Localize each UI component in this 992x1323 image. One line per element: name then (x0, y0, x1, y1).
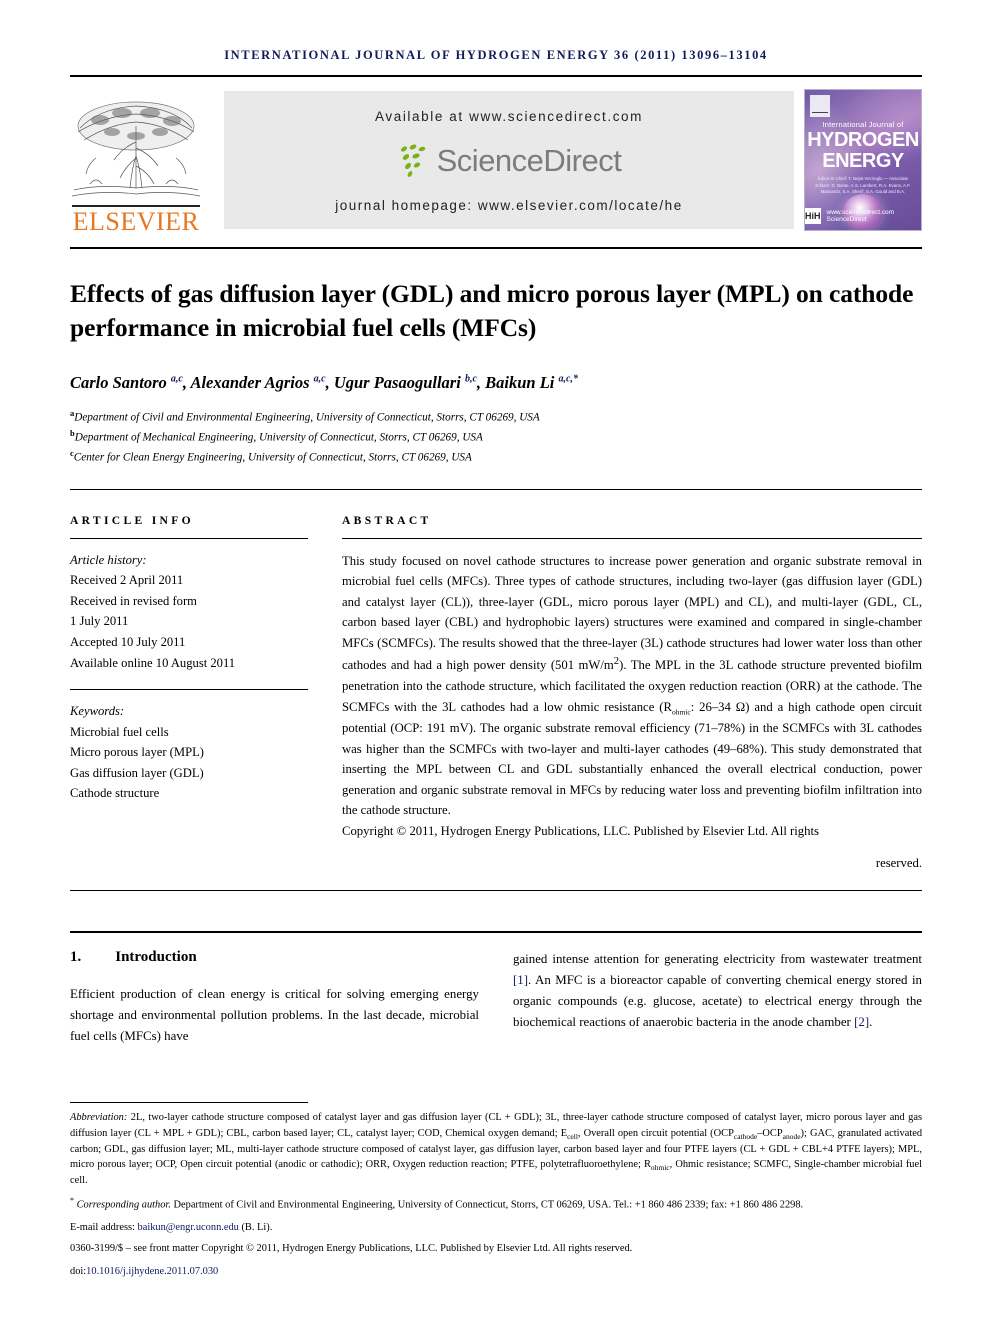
keyword-item: Gas diffusion layer (GDL) (70, 765, 204, 780)
article-history-label: Article history: (70, 552, 147, 567)
journal-homepage-text: journal homepage: www.elsevier.com/locat… (335, 198, 683, 213)
affiliation-item: aDepartment of Civil and Environmental E… (70, 407, 922, 427)
keyword-item: Micro porous layer (MPL) (70, 745, 204, 760)
corresponding-author-footnote: * Corresponding author. Department of Ci… (70, 1195, 922, 1213)
cover-sciencedirect-mark: www.sciencedirect.com ScienceDirect (827, 209, 921, 223)
affiliation-list: aDepartment of Civil and Environmental E… (70, 407, 922, 467)
affiliation-text: Department of Civil and Environmental En… (74, 412, 540, 425)
history-item: Received 2 April 2011 (70, 573, 184, 588)
issn-line: 0360-3199/$ – see front matter Copyright… (70, 1243, 633, 1255)
history-item: Accepted 10 July 2011 (70, 635, 186, 649)
abbreviation-text: 2L, two-layer cathode structure composed… (70, 1112, 923, 1187)
abstract-reserved: reserved. (875, 856, 922, 871)
body-top-divider (70, 930, 922, 933)
cover-elsevier-logo-icon (810, 95, 830, 117)
email-link[interactable]: baikun@engr.uconn.edu (138, 1222, 239, 1233)
sciencedirect-logo: ScienceDirect (397, 143, 622, 179)
doi-link[interactable]: 10.1016/j.ijhydene.2011.07.030 (86, 1266, 218, 1277)
author-list: Carlo Santoro a,c, Alexander Agrios a,c,… (70, 373, 578, 393)
intro-text-3: . (869, 1014, 873, 1029)
doi-line: doi:10.1016/j.ijhydene.2011.07.030 (70, 1264, 922, 1279)
article-history: Article history: Received 2 April 2011 R… (70, 550, 308, 673)
elsevier-wordmark: ELSEVIER (72, 206, 200, 236)
section-heading-introduction: 1. Introduction (70, 949, 479, 966)
footnote-area: Abbreviation: 2L, two-layer cathode stru… (70, 1102, 922, 1279)
header-divider (70, 75, 922, 77)
affiliation-item: bDepartment of Mechanical Engineering, U… (70, 427, 922, 447)
cover-footer: HiH www.sciencedirect.com ScienceDirect (805, 208, 921, 224)
cover-title-line2: ENERGY (822, 150, 904, 172)
keywords-label: Keywords: (70, 704, 125, 719)
page-title: Effects of gas diffusion layer (GDL) and… (70, 279, 914, 343)
citation-ref-1[interactable]: [1] (513, 973, 528, 987)
history-item: 1 July 2011 (70, 614, 129, 629)
history-item: Received in revised form (70, 593, 197, 608)
section-title: Introduction (115, 948, 197, 965)
paper-page: International Journal of Hydrogen Energy… (0, 0, 992, 1323)
affiliation-text: Department of Mechanical Engineering, Un… (74, 431, 483, 444)
abstract-copyright: Copyright © 2011, Hydrogen Energy Public… (342, 823, 819, 838)
doi-label: doi: (70, 1265, 87, 1277)
intro-paragraph-right: gained intense attention for generating … (513, 949, 922, 1033)
email-label: E-mail address: (70, 1222, 135, 1234)
keywords-rule (70, 689, 308, 691)
abstract-body: This study focused on novel cathode stru… (342, 553, 922, 818)
abstract-rule (342, 537, 922, 539)
affiliation-divider (70, 488, 922, 490)
sciencedirect-leaf-icon (400, 144, 425, 177)
section-number: 1. (70, 948, 82, 965)
abbreviation-label: Abbreviation: (70, 1112, 128, 1124)
cover-title-line1: HYDROGEN (807, 129, 919, 151)
cover-sd-sub: www.sciencedirect.com (826, 209, 895, 216)
affiliation-item: cCenter for Clean Energy Engineering, Un… (70, 447, 922, 467)
cover-badge: HiH (805, 208, 821, 224)
corresponding-label: Corresponding author. (76, 1199, 171, 1211)
elsevier-logo: ELSEVIER (70, 85, 210, 235)
sciencedirect-box: Available at www.sciencedirect.com Scien… (224, 91, 794, 229)
keyword-item: Microbial fuel cells (70, 724, 169, 739)
article-info-heading: ARTICLE INFO (70, 513, 194, 527)
article-info-column: ARTICLE INFO Article history: Received 2… (70, 514, 308, 874)
affiliation-text: Center for Clean Energy Engineering, Uni… (73, 451, 472, 464)
body-columns: 1. Introduction Efficient production of … (70, 949, 922, 1047)
history-item: Available online 10 August 2011 (70, 655, 236, 670)
available-at-text: Available at www.sciencedirect.com (375, 109, 643, 124)
abbreviations-footnote: Abbreviation: 2L, two-layer cathode stru… (70, 1110, 922, 1188)
abstract-column: ABSTRACT This study focused on novel cat… (342, 514, 922, 874)
corresponding-marker: * (70, 1196, 74, 1206)
email-footnote: E-mail address: baikun@engr.uconn.edu (B… (70, 1220, 922, 1235)
banner-divider (70, 247, 922, 249)
journal-banner: ELSEVIER Available at www.sciencedirect.… (70, 85, 922, 235)
footnote-divider (70, 1102, 308, 1104)
intro-paragraph-left: Efficient production of clean energy is … (70, 986, 479, 1043)
cover-top-line: International Journal of (822, 120, 904, 129)
intro-text-1: gained intense attention for generating … (513, 951, 922, 966)
email-suffix: (B. Li). (238, 1222, 273, 1234)
info-abstract-columns: ARTICLE INFO Article history: Received 2… (70, 514, 922, 874)
citation-ref-2[interactable]: [2] (854, 1015, 869, 1029)
sciencedirect-wordmark: ScienceDirect (436, 143, 622, 178)
cover-sd-name: ScienceDirect (826, 216, 867, 223)
keyword-item: Cathode structure (70, 786, 160, 801)
abstract-heading: ABSTRACT (342, 513, 432, 527)
running-head: International Journal of Hydrogen Energy… (224, 48, 768, 62)
body-right-column: gained intense attention for generating … (513, 949, 922, 1047)
journal-cover-thumbnail: International Journal of HYDROGEN ENERGY… (804, 89, 922, 231)
body-left-column: 1. Introduction Efficient production of … (70, 949, 479, 1047)
corresponding-text: Department of Civil and Environmental En… (170, 1199, 804, 1211)
article-info-rule (70, 537, 308, 539)
abstract-bottom-divider (70, 889, 922, 891)
elsevier-tree-icon (71, 101, 201, 197)
keywords-block: Keywords: Microbial fuel cells Micro por… (70, 701, 308, 804)
